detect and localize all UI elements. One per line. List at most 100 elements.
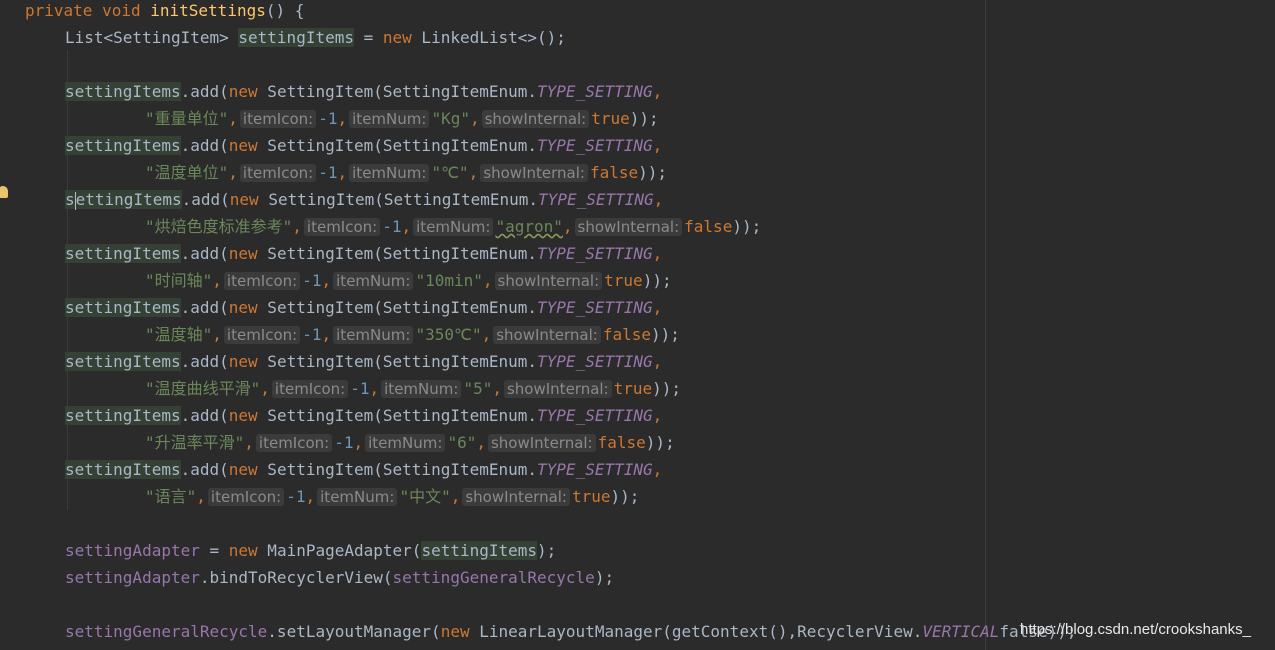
enum-constant: TYPE_SETTING [537,298,653,317]
param-hint: itemIcon: [239,110,317,128]
string-literal: "温度单位" [145,163,229,182]
param-hint: showInternal: [493,326,601,344]
keyword: new [228,136,258,155]
comma: , [196,487,206,506]
keyword: new [229,190,259,209]
code-text: = [199,541,229,560]
comma: , [469,109,480,128]
param-hint: itemNum: [365,434,446,452]
param-hint: showInternal: [487,434,596,452]
code-text: MainPageAdapter( [257,541,422,560]
code-text: SettingItem(SettingItemEnum. [257,82,538,101]
comma: , [353,433,364,452]
code-text: ); [537,541,557,560]
string-literal: "agron" [495,217,563,236]
param-hint: showInternal: [481,110,590,128]
right-margin-guide [985,0,986,650]
comma: , [468,163,479,182]
number-literal: -1 [302,325,322,344]
comma: , [652,298,663,317]
string-literal: "10min" [415,271,483,290]
param-hint: itemIcon: [207,488,285,506]
field: settingAdapter [65,568,200,587]
code-line-arguments: "温度单位", itemIcon: -1, itemNum: "℃", showInter… [145,159,667,186]
indent-guide [67,50,68,510]
comma: , [212,325,222,344]
code-text: .setLayoutManager( [267,622,441,641]
comma: , [401,217,412,236]
number-literal: -1 [382,217,402,236]
comma: , [450,487,461,506]
variable: settingItems [65,82,181,101]
code-text: )); [732,217,762,236]
enum-constant: TYPE_SETTING [537,406,653,425]
comma: , [305,487,316,506]
comma: , [337,163,348,182]
variable: settingItems [421,541,538,560]
keyword: new [228,541,258,560]
code-text: .add( [181,190,230,209]
boolean-literal: true [591,109,630,128]
code-text: .add( [180,460,229,479]
enum-constant: TYPE_SETTING [537,244,653,263]
code-text: .add( [180,406,229,425]
boolean-literal: false [589,163,639,182]
comma: , [482,271,493,290]
enum-constant: VERTICAL [922,622,1000,641]
comma: , [652,82,663,101]
string-literal: "语言" [145,487,197,506]
comma: , [212,271,222,290]
code-editor[interactable]: private void initSettings() { List<Setti… [0,0,1275,650]
string-literal: "6" [447,433,477,452]
string-literal: "烘焙色度标准参考" [145,217,293,236]
code-text: .add( [180,352,229,371]
param-hint: itemNum: [413,218,494,236]
code-text: SettingItem(SettingItemEnum. [257,244,538,263]
code-text: )); [610,487,640,506]
code-line-arguments: "温度曲线平滑", itemIcon: -1, itemNum: "5", showInt… [145,375,681,402]
method-name: initSettings [150,1,266,20]
string-literal: "升温率平滑" [145,433,245,452]
comma: , [652,244,663,263]
comma: , [653,190,664,209]
code-line-arguments: "重量单位", itemIcon: -1, itemNum: "Kg", showInte… [145,105,659,132]
code-text: = [353,28,383,47]
number-literal: -1 [350,379,370,398]
variable: settingItems [238,28,354,47]
string-literal: "重量单位" [145,109,229,128]
code-line-adapter: settingAdapter = new MainPageAdapter(set… [65,537,556,564]
code-line-add-call: settingItems.add(new SettingItem(Setting… [65,78,662,105]
code-text: .add( [180,82,229,101]
code-text: SettingItem(SettingItemEnum. [257,298,538,317]
code-text: SettingItem(SettingItemEnum. [257,460,538,479]
variable: settingItems [65,136,181,155]
comma: , [244,433,254,452]
number-literal: -1 [286,487,306,506]
code-text: )); [652,379,682,398]
param-hint: showInternal: [480,164,588,182]
code-line-add-call: settingItems.add(new SettingItem(Setting… [65,186,663,213]
keyword: void [102,1,141,20]
code-text: LinearLayoutManager(getContext(),Recycle… [469,622,923,641]
field: settingGeneralRecycle [392,568,595,587]
comma: , [228,163,238,182]
boolean-literal: true [613,379,653,398]
boolean-literal: false [684,217,733,236]
string-literal: "350℃" [415,325,482,344]
code-text: )); [645,433,675,452]
variable: settingItems [65,190,182,210]
param-hint: itemIcon: [223,326,301,344]
param-hint: showInternal: [494,272,603,290]
variable: settingItems [65,298,181,317]
code-text: .add( [180,244,229,263]
code-text: )); [629,109,659,128]
code-line-arguments: "时间轴", itemIcon: -1, itemNum: "10min", showIn… [145,267,672,294]
enum-constant: TYPE_SETTING [538,190,654,209]
field: settingGeneralRecycle [65,622,268,641]
param-hint: itemNum: [381,380,462,398]
keyword: new [228,406,258,425]
enum-constant: TYPE_SETTING [537,352,653,371]
lightbulb-icon[interactable] [0,186,8,198]
keyword: new [228,244,258,263]
code-line-add-call: settingItems.add(new SettingItem(Setting… [65,294,662,321]
